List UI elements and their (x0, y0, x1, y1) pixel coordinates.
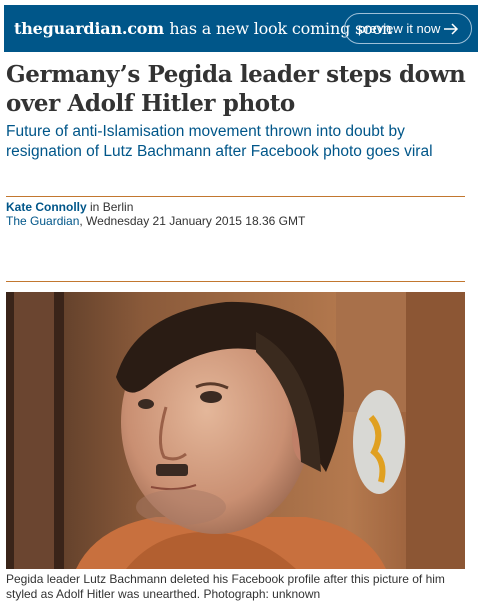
byline-top-divider (6, 196, 465, 197)
banner-site-name: theguardian.com (14, 19, 165, 38)
image-caption: Pegida leader Lutz Bachmann deleted his … (6, 572, 445, 601)
article-photo (6, 292, 465, 569)
dateline: The Guardian, Wednesday 21 January 2015 … (6, 214, 305, 229)
arrow-right-icon (444, 23, 459, 35)
new-look-banner: theguardian.com has a new look coming so… (4, 5, 478, 52)
article-headline: Germany’s Pegida leader steps down over … (6, 61, 466, 117)
preview-button-label: preview it now (358, 21, 441, 36)
image-top-divider (6, 281, 465, 282)
author-link[interactable]: Kate Connolly (6, 200, 87, 214)
publish-date: , Wednesday 21 January 2015 18.36 GMT (79, 214, 306, 228)
article-photo-illustration (6, 292, 465, 569)
author-location: in Berlin (90, 200, 134, 214)
preview-it-now-button[interactable]: preview it now (344, 13, 472, 44)
publication-link[interactable]: The Guardian (6, 214, 79, 228)
article-standfirst: Future of anti-Islamisation movement thr… (6, 123, 433, 160)
byline: Kate Connolly in Berlin (6, 200, 133, 215)
banner-message: theguardian.com has a new look coming so… (14, 19, 392, 38)
